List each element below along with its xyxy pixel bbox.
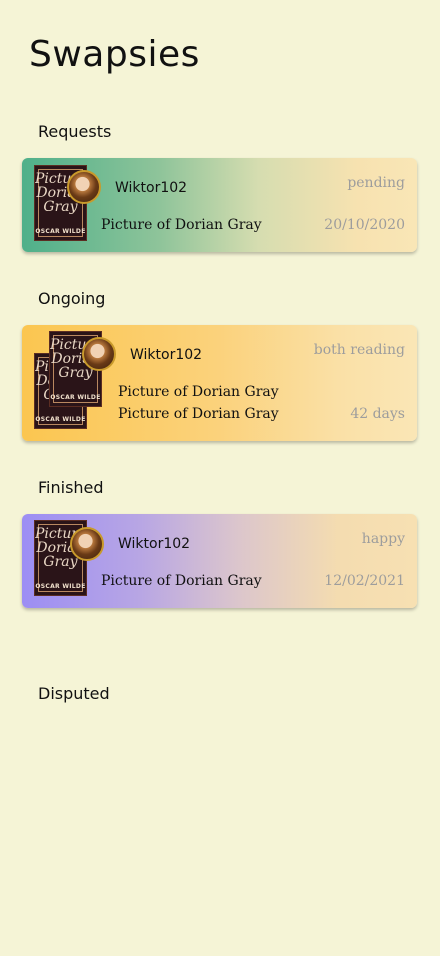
section-disputed-heading: Disputed	[38, 684, 110, 703]
section-finished-heading: Finished	[38, 478, 104, 497]
swap-status: happy	[361, 531, 405, 547]
user-avatar	[67, 170, 101, 204]
swap-username: Wiktor102	[130, 347, 203, 363]
section-requests-heading: Requests	[38, 122, 112, 141]
swap-status: pending	[347, 175, 405, 191]
swap-card-finished[interactable]: Picture Dorian Gray OSCAR WILDE Wiktor10…	[22, 514, 417, 608]
user-avatar	[82, 337, 116, 371]
swap-date: 20/10/2020	[324, 217, 405, 233]
section-ongoing-heading: Ongoing	[38, 289, 106, 308]
swap-book-title: Picture of Dorian Gray	[101, 217, 262, 233]
swap-book-title: Picture of Dorian Gray	[118, 406, 279, 422]
user-avatar	[70, 527, 104, 561]
swap-username: Wiktor102	[115, 180, 188, 196]
swap-status: both reading	[313, 342, 405, 358]
swap-card-request[interactable]: Picture Dorian Gray OSCAR WILDE Wiktor10…	[22, 158, 417, 252]
swap-username: Wiktor102	[118, 536, 191, 552]
swap-date: 12/02/2021	[324, 573, 405, 589]
swap-duration: 42 days	[350, 406, 405, 422]
swap-card-ongoing[interactable]: Picture Dorian Gray OSCAR WILDE Picture …	[22, 325, 417, 441]
swap-book-title: Picture of Dorian Gray	[101, 573, 262, 589]
page-title: Swapsies	[29, 34, 200, 75]
swap-book-title: Picture of Dorian Gray	[118, 384, 279, 400]
